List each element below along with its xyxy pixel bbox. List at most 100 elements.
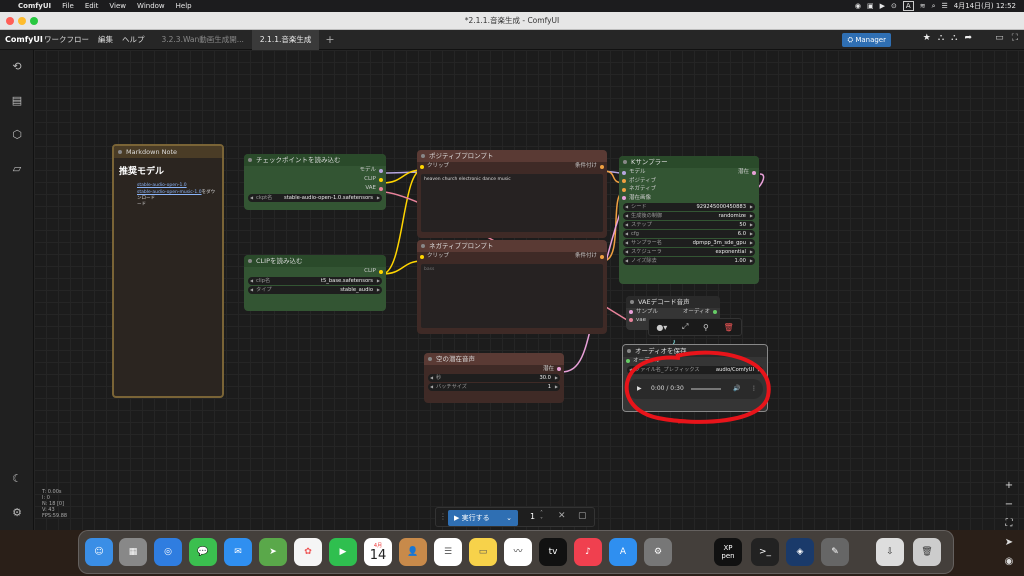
checkpoint-loader-node[interactable]: チェックポイントを読み込む モデル CLIP VAE ckpt名 stable-a… xyxy=(244,154,386,210)
input-positive[interactable]: ポジティブ xyxy=(619,177,759,186)
menu-help[interactable]: Help xyxy=(176,2,192,10)
select-mode-icon[interactable]: ➤ xyxy=(1000,537,1018,556)
panel-icon[interactable]: ▭ xyxy=(995,33,1004,43)
comfyui-dock-icon[interactable]: ◈ xyxy=(786,538,814,566)
comfyui-logo[interactable]: ComfyUI xyxy=(0,35,44,44)
gimp-icon[interactable]: ✎ xyxy=(821,538,849,566)
batch-size-widget[interactable]: バッチサイズ 1 xyxy=(428,383,560,391)
status-icon[interactable]: ⊙ xyxy=(891,2,897,10)
clip-loader-node[interactable]: CLIPを読み込む CLIP clip名t5_base.safetensors … xyxy=(244,255,386,311)
history-icon[interactable]: ⟲ xyxy=(10,60,24,74)
star-icon[interactable]: ★ xyxy=(923,33,931,43)
run-dropdown-icon[interactable]: ⌄ xyxy=(506,510,512,526)
minimize-window-button[interactable] xyxy=(18,17,26,25)
settings-gear-icon[interactable]: ⚙ xyxy=(10,506,24,520)
safari-icon[interactable]: ◎ xyxy=(154,538,182,566)
pin-icon[interactable]: ⚲ xyxy=(703,323,709,332)
scheduler-widget[interactable]: スケジューラ exponential xyxy=(623,248,755,256)
output-clip[interactable]: CLIP xyxy=(244,267,386,276)
zoom-out-icon[interactable]: − xyxy=(1000,499,1018,518)
link-visibility-icon[interactable]: ◉ xyxy=(1000,556,1018,575)
fullscreen-icon[interactable]: ⛶ xyxy=(1012,33,1018,43)
contacts-icon[interactable]: 👤 xyxy=(399,538,427,566)
negative-prompt-textarea[interactable]: bass xyxy=(421,264,603,328)
drag-handle-icon[interactable]: ⋮ xyxy=(439,512,447,521)
link-stable-audio-music[interactable]: stable-audio-open-music-1.0 xyxy=(137,190,202,195)
search-icon[interactable]: ⌕ xyxy=(932,2,936,11)
launchpad-icon[interactable]: ▦ xyxy=(119,538,147,566)
menu-workflow[interactable]: ワークフロー xyxy=(44,34,89,45)
seconds-widget[interactable]: 秒 30.0 xyxy=(428,374,560,382)
close-window-button[interactable] xyxy=(6,17,14,25)
empty-latent-audio-node[interactable]: 空の潜在音声 潜在 秒 30.0 バッチサイズ 1 xyxy=(424,353,564,403)
stop-icon[interactable]: ▢ xyxy=(578,511,587,521)
output-latent[interactable]: 潜在 xyxy=(424,365,564,373)
bypass-icon[interactable]: ⤢ xyxy=(682,322,688,332)
trash-dock-icon[interactable]: 🗑 xyxy=(913,538,941,566)
markdown-note-node[interactable]: Markdown Note 推奨モデル stable-audio-open-1.… xyxy=(112,144,224,398)
menu-view[interactable]: View xyxy=(109,2,126,10)
share-icon[interactable]: ➦ xyxy=(964,33,972,43)
fit-view-icon[interactable]: ⛶ xyxy=(1000,518,1018,537)
play-icon[interactable]: ▶ xyxy=(880,2,885,10)
zoom-in-icon[interactable]: + xyxy=(1000,480,1018,499)
menu-help-app[interactable]: ヘルプ xyxy=(122,34,145,45)
input-latent[interactable]: 潜在画像 xyxy=(619,194,759,203)
input-clip[interactable]: クリップ 条件付け xyxy=(417,252,607,261)
folder-icon[interactable]: ▱ xyxy=(10,162,24,176)
output-vae[interactable]: VAE xyxy=(244,184,386,193)
clip-type-widget[interactable]: タイプ stable_audio xyxy=(248,286,382,294)
status-icon[interactable]: ◉ xyxy=(855,2,861,10)
menubar-clock[interactable]: 4月14日(月) 12:52 xyxy=(954,1,1016,11)
clip-name-widget[interactable]: clip名 t5_base.safetensors xyxy=(248,277,382,285)
ksampler-node[interactable]: Kサンプラー モデル 潜在 ポジティブ ネガティブ 潜在画像 シード 9292450… xyxy=(619,156,759,284)
input-negative[interactable]: ネガティブ xyxy=(619,185,759,194)
positive-prompt-textarea[interactable]: heaven church electronic dance music xyxy=(421,174,603,232)
messages-icon[interactable]: 💬 xyxy=(189,538,217,566)
theme-toggle-icon[interactable]: ☾ xyxy=(10,472,24,486)
downloads-icon[interactable]: ⇩ xyxy=(876,538,904,566)
facetime-icon[interactable]: ▶ xyxy=(329,538,357,566)
menu-window[interactable]: Window xyxy=(137,2,165,10)
tab-wan-video[interactable]: 3.2.3.Wan動画生成開... xyxy=(154,30,252,50)
node2-icon[interactable]: ⛬ xyxy=(951,33,957,43)
run-button[interactable]: ▶ 実行する ⌄ xyxy=(448,510,518,526)
graph-canvas[interactable]: Markdown Note 推奨モデル stable-audio-open-1.… xyxy=(34,50,1024,567)
link-stable-audio[interactable]: stable-audio-open-1.0 xyxy=(137,183,217,188)
control-after-generate-widget[interactable]: 生成後の制御 randomize xyxy=(623,212,755,220)
add-tab-icon[interactable]: + xyxy=(325,33,334,46)
apple-tv-icon[interactable]: tv xyxy=(539,538,567,566)
menu-app[interactable]: ComfyUI xyxy=(18,2,51,10)
menu-edit-app[interactable]: 編集 xyxy=(98,34,113,45)
reminders-icon[interactable]: ☰ xyxy=(434,538,462,566)
wifi-icon[interactable]: ≋ xyxy=(920,2,926,10)
xp-pen-icon[interactable]: XP pen xyxy=(714,538,742,566)
ckpt-name-widget[interactable]: ckpt名 stable-audio-open-1.0.safetensors xyxy=(248,194,382,202)
menu-file[interactable]: File xyxy=(62,2,74,10)
positive-prompt-node[interactable]: ポジティブプロンプト クリップ 条件付け heaven church electr… xyxy=(417,150,607,238)
output-clip[interactable]: CLIP xyxy=(244,175,386,184)
manager-button[interactable]: ⛭ Manager xyxy=(842,33,891,47)
menu-edit[interactable]: Edit xyxy=(85,2,99,10)
maps-icon[interactable]: ➤ xyxy=(259,538,287,566)
music-icon[interactable]: ♪ xyxy=(574,538,602,566)
input-model[interactable]: モデル 潜在 xyxy=(619,168,759,177)
finder-icon[interactable]: ☺ xyxy=(85,538,113,566)
node-icon[interactable]: ⛬ xyxy=(938,33,944,43)
zoom-window-button[interactable] xyxy=(30,17,38,25)
input-source-indicator[interactable]: A xyxy=(902,1,914,11)
app-store-icon[interactable]: A xyxy=(609,538,637,566)
trash-icon[interactable]: 🗑 xyxy=(724,323,734,332)
status-icon[interactable]: ▣ xyxy=(867,2,874,10)
notes-icon[interactable]: ▭ xyxy=(469,538,497,566)
terminal-icon[interactable]: >_ xyxy=(751,538,779,566)
denoise-widget[interactable]: ノイズ除去 1.00 xyxy=(623,257,755,265)
output-model[interactable]: モデル xyxy=(244,166,386,175)
control-center-icon[interactable]: ☰ xyxy=(941,2,947,10)
cfg-widget[interactable]: cfg 6.0 xyxy=(623,230,755,238)
steps-widget[interactable]: ステップ 50 xyxy=(623,221,755,229)
seed-widget[interactable]: シード 929245000450883 xyxy=(623,203,755,211)
input-samples[interactable]: サンプル オーディオ xyxy=(626,308,720,316)
mail-icon[interactable]: ✉ xyxy=(224,538,252,566)
queue-icon[interactable]: ▤ xyxy=(10,94,24,108)
